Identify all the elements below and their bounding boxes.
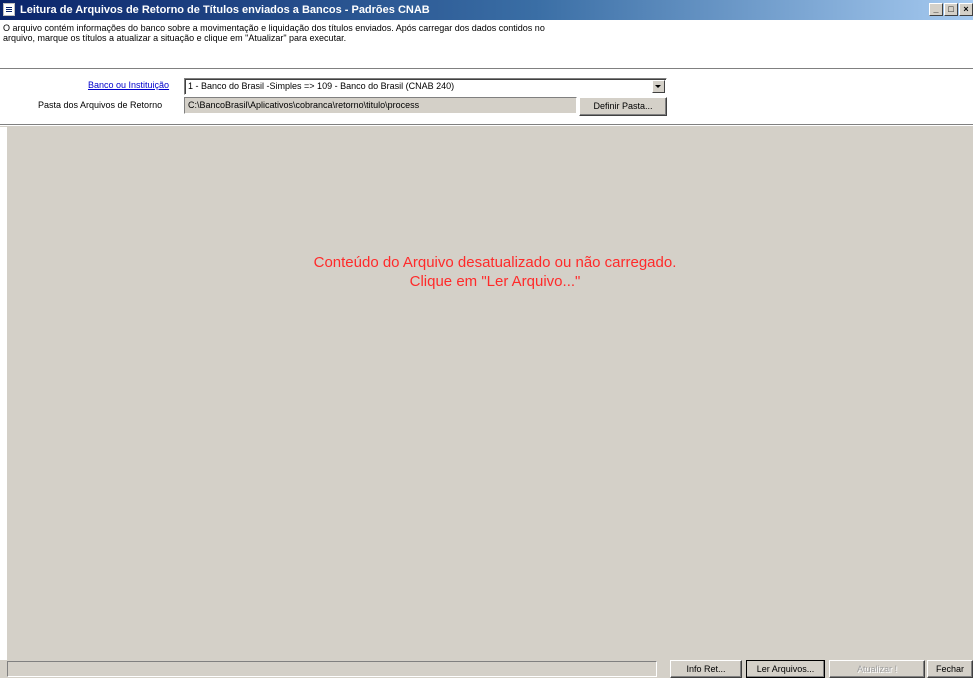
document-icon [3, 3, 15, 16]
retorno-window: Leitura de Arquivos de Retorno de Título… [0, 0, 973, 678]
window-title: Leitura de Arquivos de Retorno de Título… [20, 4, 430, 16]
empty-state-line-2: Clique em "Ler Arquivo..." [409, 273, 581, 290]
description-line-1: O arquivo contém informações do banco so… [3, 23, 545, 33]
divider [0, 68, 973, 70]
content-panel [7, 127, 973, 661]
folder-path-field: C:\BancoBrasil\Aplicativos\cobranca\reto… [184, 97, 577, 114]
status-bar: Info Ret... Ler Arquivos... Atualizar ! … [0, 660, 973, 678]
read-files-button[interactable]: Ler Arquivos... [746, 660, 825, 678]
define-folder-button[interactable]: Definir Pasta... [579, 97, 667, 116]
minimize-button[interactable]: _ [929, 3, 943, 16]
description: O arquivo contém informações do banco so… [3, 23, 703, 43]
close-window-button[interactable]: × [959, 3, 973, 16]
empty-state-message: Conteúdo do Arquivo desatualizado ou não… [0, 253, 973, 291]
divider [0, 124, 973, 126]
folder-label: Pasta dos Arquivos de Retorno [38, 100, 163, 110]
bank-select-value: 1 - Banco do Brasil -Simples => 109 - Ba… [188, 81, 455, 91]
bank-label-link[interactable]: Banco ou Instituição [88, 78, 169, 92]
close-button[interactable]: Fechar [927, 660, 973, 678]
update-button[interactable]: Atualizar ! [829, 660, 925, 678]
chevron-down-icon[interactable] [652, 80, 665, 93]
maximize-button[interactable]: □ [944, 3, 958, 16]
status-pane [7, 661, 657, 677]
description-line-2: arquivo, marque os títulos a atualizar a… [3, 33, 347, 43]
title-bar[interactable]: Leitura de Arquivos de Retorno de Título… [0, 0, 973, 20]
empty-state-line-1: Conteúdo do Arquivo desatualizado ou não… [313, 254, 677, 271]
bank-select[interactable]: 1 - Banco do Brasil -Simples => 109 - Ba… [184, 78, 667, 95]
left-edge [0, 127, 7, 678]
info-return-button[interactable]: Info Ret... [670, 660, 742, 678]
